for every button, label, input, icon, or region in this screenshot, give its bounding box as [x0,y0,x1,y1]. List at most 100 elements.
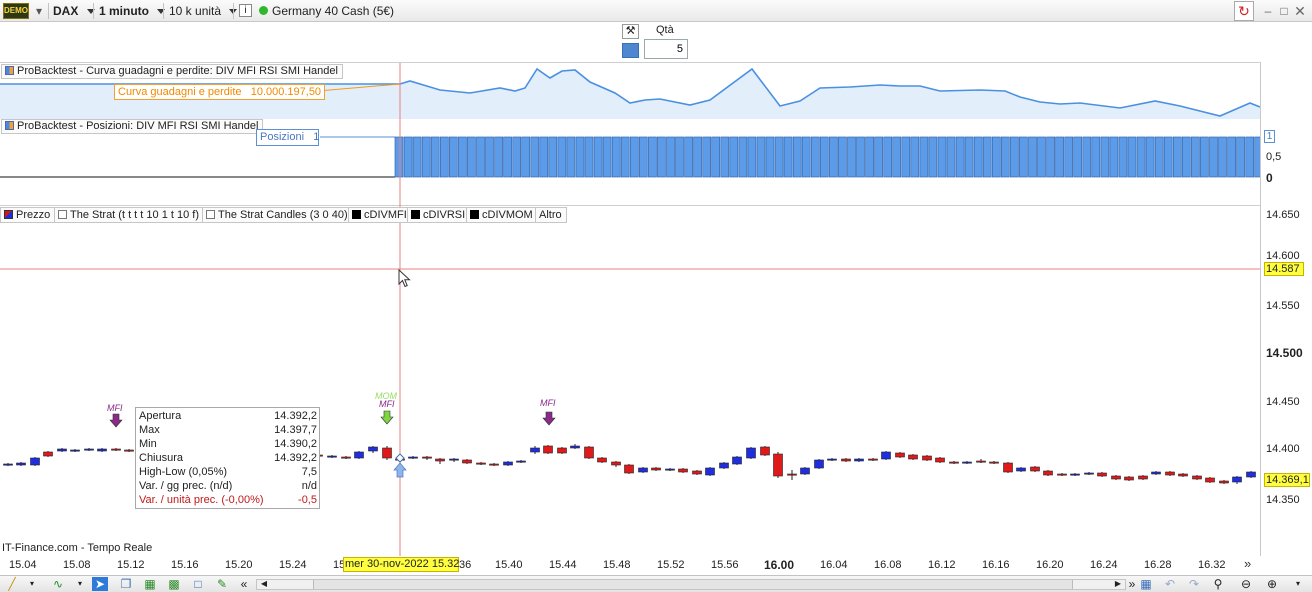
pin-icon[interactable]: ▾ [32,2,46,20]
position-bar [702,136,712,178]
bottom-toolbar: ╱ ▾ ∿ ▾ ➤ ❐ ▦ ▩ □ ✎ « ◀ ▶ » ▦ ↶ ↷ ⚲ ⊖ ⊕ … [0,575,1312,592]
position-bar [964,136,974,178]
equity-series-icon [5,66,14,75]
maximize-icon[interactable]: □ [1278,2,1290,20]
legend-cdivmom[interactable]: cDIVMOM [466,207,538,223]
position-bar [566,136,576,178]
candle-body [881,451,891,460]
undo-icon[interactable]: ↶ [1162,577,1178,591]
time-tick: 16.24 [1090,559,1118,571]
position-bar [792,136,802,178]
legend-more-button[interactable]: Altro [535,207,567,223]
position-bar [1064,136,1074,178]
zoom-out-icon[interactable]: ⊖ [1238,577,1254,591]
dropdown-icon[interactable]: ▾ [72,577,88,591]
candle-body [1124,476,1134,481]
candle-body [1016,467,1026,472]
scrollbar-thumb[interactable] [313,580,1073,589]
draw-line-icon[interactable]: ╱ [4,577,20,591]
time-tick: 15.16 [171,559,199,571]
position-bar [774,136,784,178]
position-bar [539,136,549,178]
qty-input[interactable] [644,39,688,59]
tools-icon[interactable]: ⚒ [622,24,639,39]
position-bar [403,136,413,178]
collapse-left-button[interactable]: « [236,577,252,591]
position-bar [1209,136,1218,178]
candle-body [665,468,675,471]
candle-body [962,461,972,464]
calendar-icon[interactable]: ▦ [1138,577,1154,591]
info-icon[interactable]: i [239,4,252,17]
time-scrollbar[interactable] [256,579,1126,590]
tooltip-row: Apertura 14.392,2 [139,410,317,422]
time-tick: 16.20 [1036,559,1064,571]
mfi-down-arrow-icon [542,411,556,426]
candle-body [746,447,756,459]
indicator-icon[interactable]: ∿ [50,577,66,591]
candle-body [111,448,121,451]
dropdown-icon[interactable]: ▾ [24,577,40,591]
symbol-select[interactable]: DAX [53,2,95,20]
candle-body [1165,471,1175,476]
zoom-fit-icon[interactable]: ⚲ [1210,577,1226,591]
candle-body [476,462,486,465]
position-bar [675,136,684,178]
zoom-in-icon[interactable]: ⊕ [1264,577,1280,591]
table-icon[interactable]: ▩ [166,577,182,591]
legend-cdivrsi[interactable]: cDIVRSI [407,207,471,223]
time-tick: 15.52 [657,559,685,571]
candle-body [489,463,499,466]
last-price-badge: 14.369,1 [1264,473,1310,487]
equity-panel-title[interactable]: ProBacktest - Curva guadagni e perdite: … [1,64,343,79]
sync-icon[interactable]: ↻ [1234,1,1254,21]
candle-body [935,457,945,463]
candle-body [719,462,729,469]
minimize-icon[interactable]: – [1262,2,1274,20]
candle-body [368,446,378,452]
legend-the-strat[interactable]: The Strat (t t t t 10 1 t 10 f) [54,207,204,223]
dropdown-icon[interactable]: ▾ [1290,577,1306,591]
position-bar [458,136,467,178]
positions-panel-title[interactable]: ProBacktest - Posizioni: DIV MFI RSI SMI… [1,119,264,134]
candle-body [341,456,351,459]
redo-icon[interactable]: ↷ [1186,577,1202,591]
candle-body [327,455,337,458]
position-bar [829,136,838,178]
legend-price[interactable]: Prezzo [0,207,56,223]
scroll-left-arrow-icon[interactable]: ◀ [256,577,272,591]
position-bar [593,136,603,178]
spreadsheet-icon[interactable]: ▦ [142,577,158,591]
position-bar [910,136,920,178]
candle-body [800,467,810,475]
candle-body [814,459,824,469]
tooltip-row: Var. / gg prec. (n/d) n/d [139,480,317,492]
scroll-right-button[interactable]: » [1244,556,1251,571]
close-icon[interactable]: ✕ [1294,2,1306,20]
position-bar [548,136,558,178]
legend-the-strat-candles[interactable]: The Strat Candles (3 0 40) [202,207,353,223]
position-bar [892,136,902,178]
units-select[interactable]: 10 k unità [169,2,237,20]
position-bar [530,136,540,178]
legend-cdivmfi[interactable]: cDIVMFI [348,207,412,223]
candle-body [1246,471,1256,478]
timeframe-select[interactable]: 1 minuto [99,2,165,20]
time-tick: 16.00 [764,558,795,572]
candle-body [124,449,134,452]
keyboard-icon[interactable] [622,43,639,58]
candle-body [908,454,918,460]
candle-body [1192,475,1202,480]
copy-icon[interactable]: ❐ [118,577,134,591]
window-icon[interactable]: □ [190,577,206,591]
candle-body [543,445,553,454]
instrument-name: Germany 40 Cash (5€) [272,4,395,18]
position-bar [503,136,512,178]
positions-axis-tick-half: 0,5 [1266,151,1282,163]
price-tick: 14.400 [1266,443,1300,455]
position-bar [666,136,675,178]
candle-body [827,458,837,461]
position-bar [412,136,422,178]
share-icon[interactable]: ➤ [92,577,108,591]
edit-code-icon[interactable]: ✎ [214,577,230,591]
